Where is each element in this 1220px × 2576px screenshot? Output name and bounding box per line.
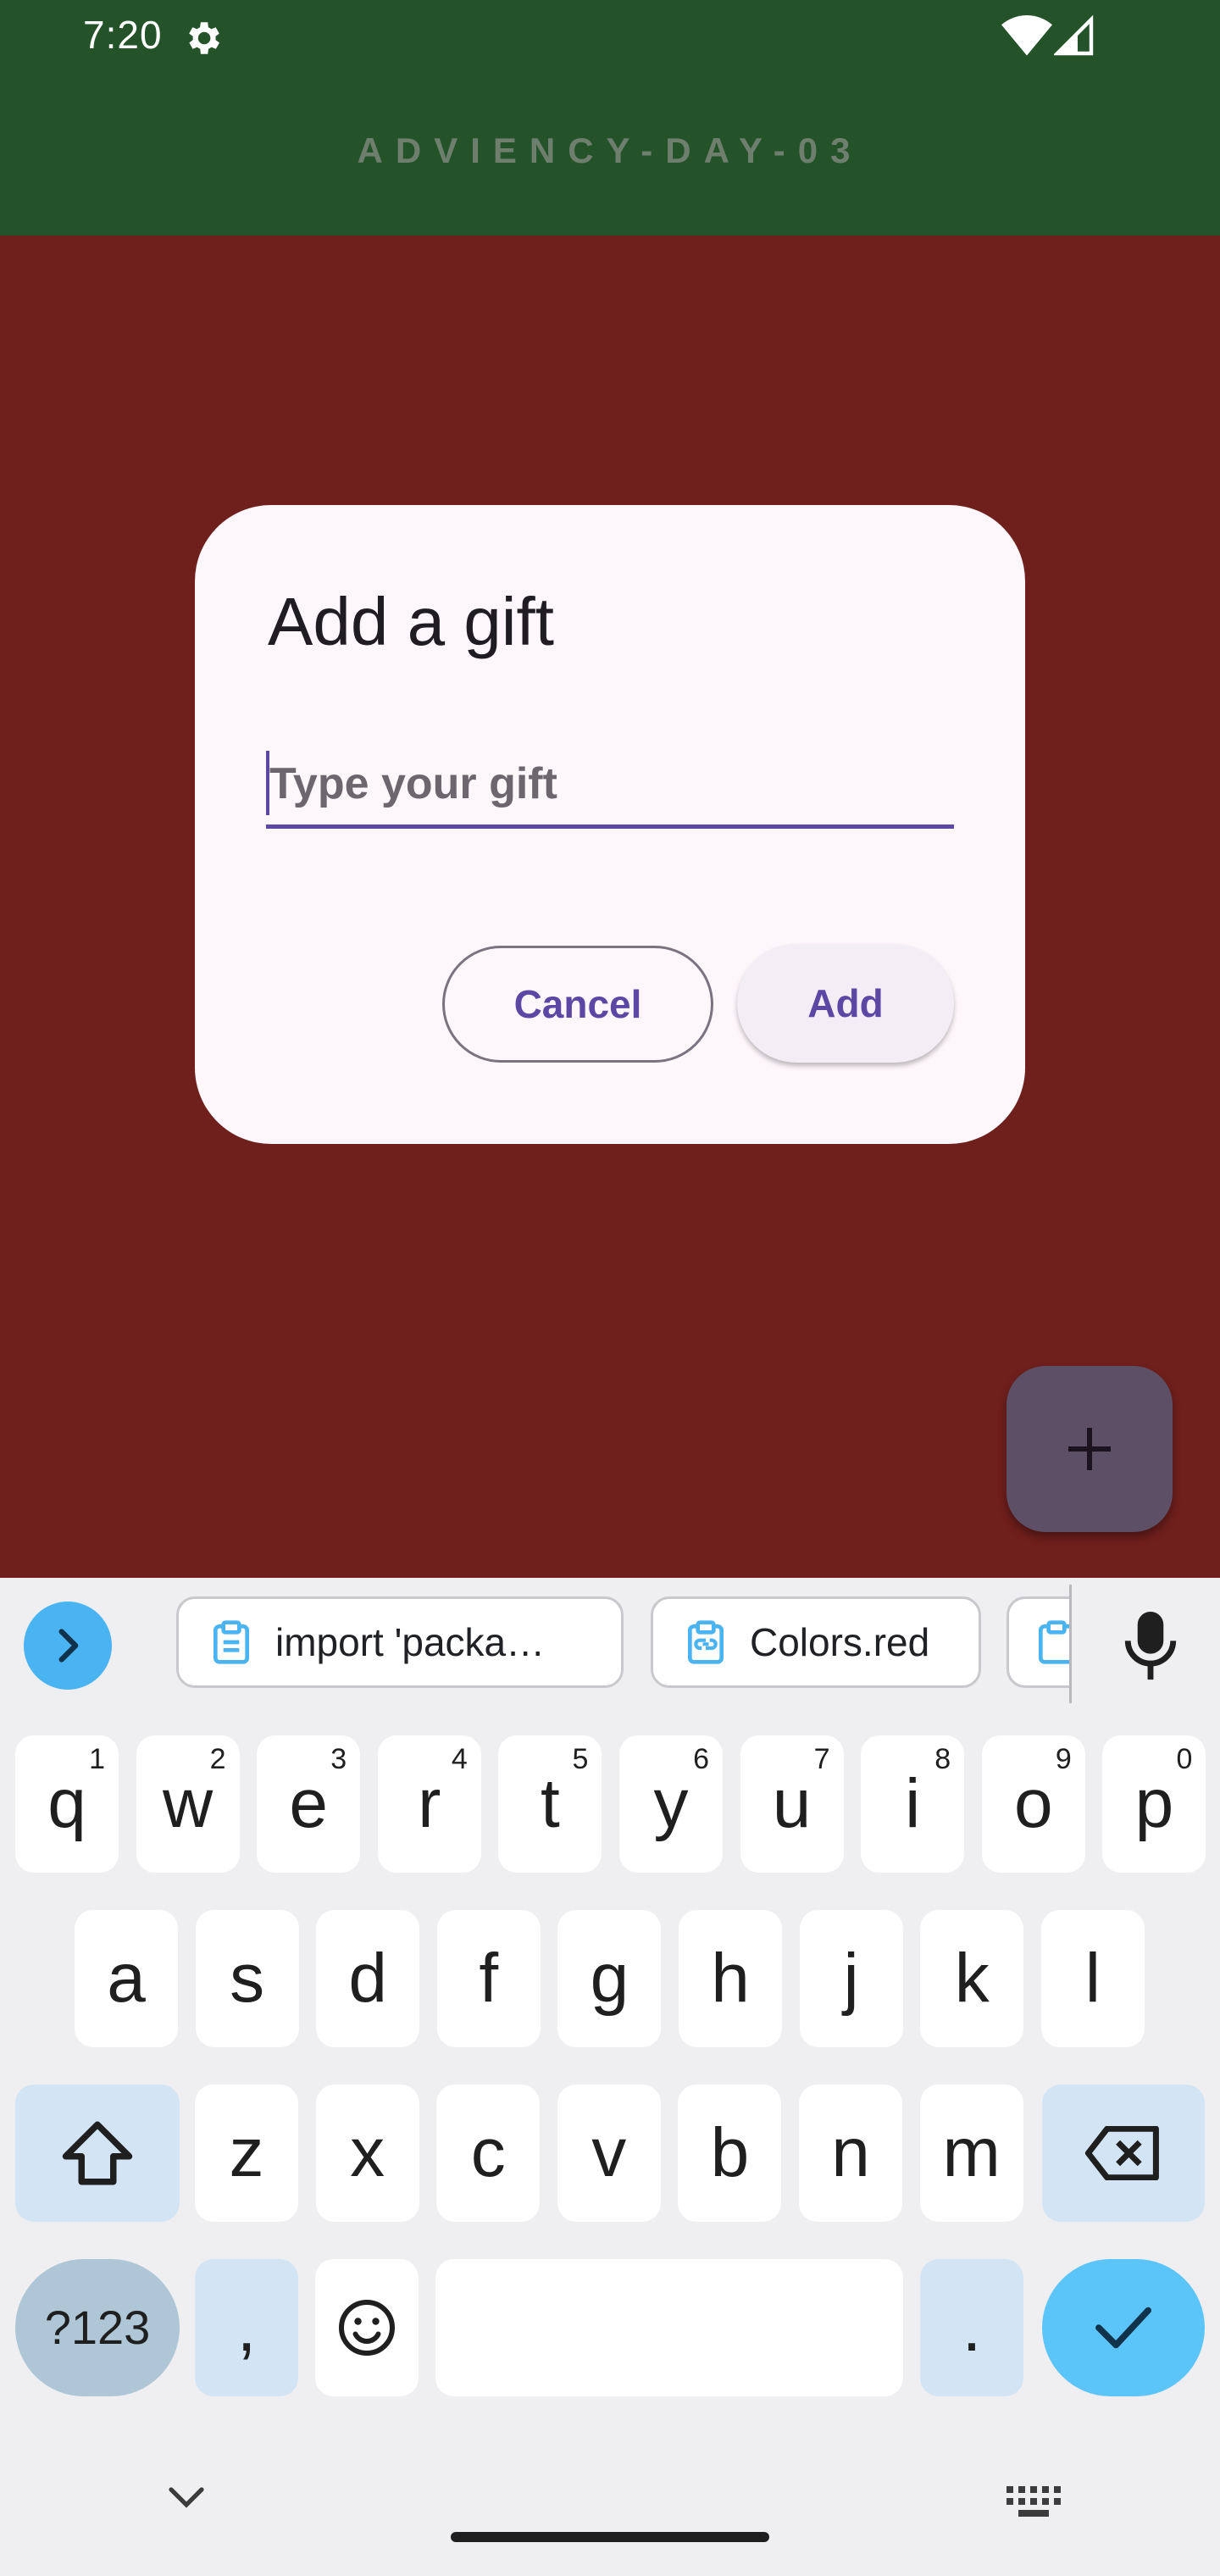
key-l[interactable]: l xyxy=(1040,1910,1145,2047)
space-key[interactable] xyxy=(435,2259,903,2396)
key-label: u xyxy=(772,1765,812,1842)
shift-icon xyxy=(62,2121,133,2185)
key-s[interactable]: s xyxy=(195,1910,299,2047)
key-d[interactable]: d xyxy=(316,1910,420,2047)
clipboard-suggestion-chip[interactable]: Colors.red xyxy=(651,1596,981,1688)
key-n[interactable]: n xyxy=(799,2085,902,2222)
clipboard-icon xyxy=(214,1620,249,1664)
plus-icon xyxy=(1068,1428,1111,1470)
key-z[interactable]: z xyxy=(195,2085,298,2222)
emoji-icon xyxy=(339,2300,395,2356)
clipboard-chip-text: import 'packa… xyxy=(275,1620,546,1664)
cancel-button[interactable]: Cancel xyxy=(442,946,713,1063)
add-gift-fab[interactable] xyxy=(1006,1366,1173,1532)
keyboard-grid-icon[interactable] xyxy=(1006,2486,1061,2517)
key-label: o xyxy=(1013,1765,1053,1842)
key-label: e xyxy=(289,1765,328,1842)
key-label: y xyxy=(653,1765,689,1842)
key-label: q xyxy=(47,1765,86,1842)
app-bar: 7:20 ADVIENCY-DAY-03 xyxy=(0,0,1220,236)
key-b[interactable]: b xyxy=(678,2085,782,2222)
backspace-icon xyxy=(1084,2126,1159,2180)
toolbar-divider xyxy=(1069,1585,1072,1703)
clipboard-link-icon xyxy=(688,1620,724,1664)
key-w[interactable]: w2 xyxy=(136,1735,240,1873)
key-j[interactable]: j xyxy=(799,1910,903,2047)
key-t[interactable]: t5 xyxy=(498,1735,602,1873)
key-hint: 1 xyxy=(89,1743,105,1775)
key-hint: 4 xyxy=(451,1743,468,1775)
key-label: p xyxy=(1134,1765,1174,1842)
key-a[interactable]: a xyxy=(75,1910,178,2047)
clipboard-icon xyxy=(1039,1620,1071,1664)
key-hint: 6 xyxy=(693,1743,709,1775)
shift-key[interactable] xyxy=(15,2085,180,2222)
key-y[interactable]: y6 xyxy=(619,1735,723,1873)
key-m[interactable]: m xyxy=(919,2085,1023,2222)
key-o[interactable]: o9 xyxy=(981,1735,1085,1873)
key-hint: 5 xyxy=(572,1743,589,1775)
key-hint: 3 xyxy=(330,1743,347,1775)
clipboard-chip-text: Colors.red xyxy=(750,1620,930,1664)
clipboard-suggestion-chip[interactable] xyxy=(1006,1596,1071,1688)
key-f[interactable]: f xyxy=(436,1910,541,2047)
key-q[interactable]: q1 xyxy=(15,1735,119,1873)
key-v[interactable]: v xyxy=(557,2085,661,2222)
key-i[interactable]: i8 xyxy=(861,1735,965,1873)
chevron-right-icon xyxy=(58,1629,79,1663)
signal-icon xyxy=(1054,15,1094,56)
symbols-key[interactable]: ?123 xyxy=(15,2259,180,2396)
backspace-key[interactable] xyxy=(1042,2085,1205,2222)
add-gift-dialog: Add a gift Cancel Add xyxy=(195,505,1025,1144)
dialog-title: Add a gift xyxy=(268,584,555,659)
gesture-navigation-bar[interactable] xyxy=(451,2532,769,2542)
key-c[interactable]: c xyxy=(436,2085,541,2222)
wifi-icon xyxy=(1001,15,1052,56)
key-label: r xyxy=(418,1765,441,1842)
text-cursor xyxy=(266,751,269,815)
key-r[interactable]: r4 xyxy=(377,1735,481,1873)
key-hint: 2 xyxy=(209,1743,226,1775)
gift-input[interactable] xyxy=(266,744,954,824)
key-u[interactable]: u7 xyxy=(740,1735,844,1873)
key-label: i xyxy=(905,1765,921,1842)
key-hint: 7 xyxy=(813,1743,830,1775)
keyboard-suggestion-strip: import 'packa… Colors.red xyxy=(0,1578,1220,1713)
key-h[interactable]: h xyxy=(679,1910,782,2047)
key-k[interactable]: k xyxy=(920,1910,1024,2047)
mic-icon[interactable] xyxy=(1123,1612,1178,1683)
soft-keyboard: import 'packa… Colors.red q1w2e3r4t5y6u7… xyxy=(0,1578,1220,2576)
settings-gear-icon xyxy=(189,22,219,54)
expand-toolbar-button[interactable] xyxy=(24,1602,112,1690)
key-p[interactable]: p0 xyxy=(1102,1735,1206,1873)
comma-key[interactable]: , xyxy=(195,2259,298,2396)
key-hint: 9 xyxy=(1055,1743,1072,1775)
key-e[interactable]: e3 xyxy=(257,1735,361,1873)
emoji-key[interactable] xyxy=(315,2259,419,2396)
enter-key[interactable] xyxy=(1042,2259,1205,2396)
clipboard-suggestion-chip[interactable]: import 'packa… xyxy=(176,1596,624,1688)
key-hint: 0 xyxy=(1176,1743,1193,1775)
add-button[interactable]: Add xyxy=(737,944,954,1063)
gift-text-field[interactable] xyxy=(266,744,954,829)
key-label: t xyxy=(540,1765,560,1842)
status-time: 7:20 xyxy=(83,13,163,57)
key-hint: 8 xyxy=(934,1743,951,1775)
key-label: w xyxy=(162,1765,214,1842)
chevron-down-icon[interactable] xyxy=(166,2483,207,2513)
key-g[interactable]: g xyxy=(557,1910,662,2047)
key-x[interactable]: x xyxy=(315,2085,419,2222)
check-icon xyxy=(1095,2307,1151,2349)
app-title: ADVIENCY-DAY-03 xyxy=(357,130,863,170)
period-key[interactable]: . xyxy=(920,2259,1023,2396)
